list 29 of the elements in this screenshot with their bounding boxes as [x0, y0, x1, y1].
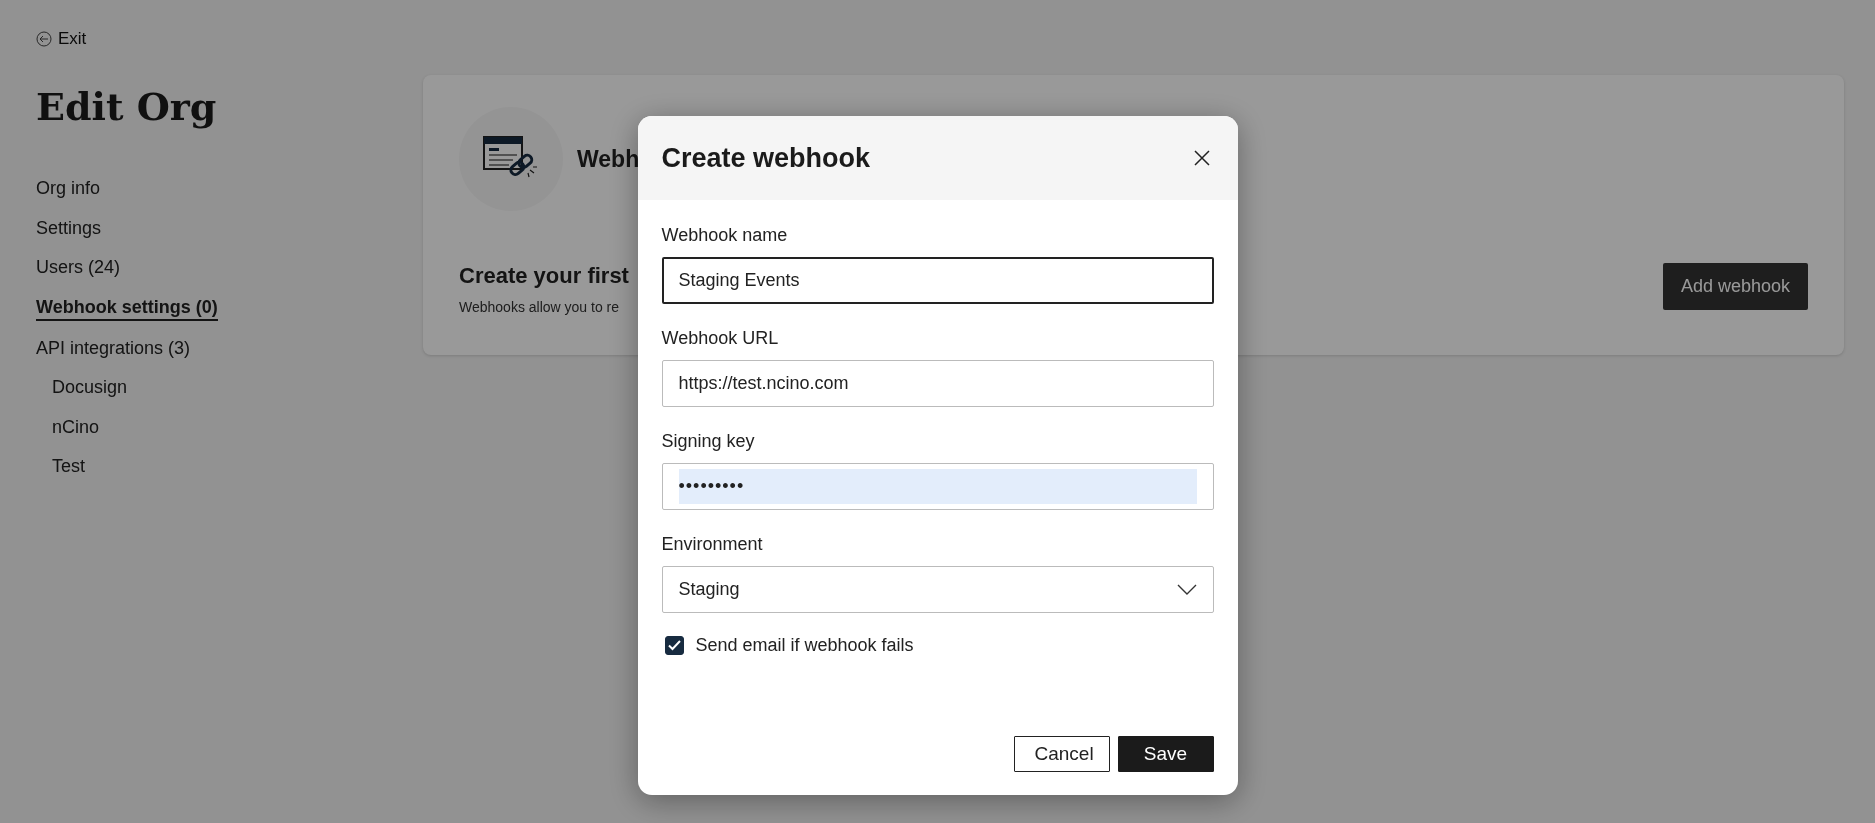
chevron-down-icon [1176, 583, 1197, 596]
checkbox-label: Send email if webhook fails [695, 634, 914, 657]
environment-select[interactable]: Staging [661, 566, 1214, 613]
sidebar-item[interactable]: Webhook settings (0) [36, 295, 218, 321]
field-label: Environment [661, 533, 764, 556]
exit-link[interactable]: Exit [36, 26, 87, 52]
sidebar-item[interactable]: API integrations (3) [36, 336, 191, 361]
field-label: Webhook name [661, 224, 789, 247]
input-field[interactable]: Staging Events [661, 257, 1214, 304]
save-button[interactable]: Save [1117, 736, 1214, 772]
card-description: Webhooks allow you to re [459, 299, 620, 316]
password-field[interactable]: ••••••••• [661, 463, 1214, 510]
sidebar-item[interactable]: Users (24) [36, 256, 120, 280]
dialog-title: Create webhook [661, 141, 871, 175]
card-title: Webh [577, 144, 640, 174]
sidebar-item[interactable]: Settings [36, 216, 102, 241]
add-webhook-button[interactable]: Add webhook [1662, 263, 1808, 310]
checkbox[interactable] [664, 636, 684, 655]
field-label: Webhook URL [661, 327, 780, 350]
sidebar-item[interactable]: Docusign [52, 376, 128, 400]
sidebar-item[interactable]: Test [52, 455, 85, 479]
sidebar-item[interactable]: Org info [36, 177, 101, 201]
card-heading: Create your first [459, 263, 629, 290]
select-value: Staging [678, 578, 740, 601]
cancel-button[interactable]: Cancel [1013, 736, 1110, 772]
page-title: Edit Org [36, 83, 218, 130]
sidebar-item[interactable]: nCino [52, 415, 100, 440]
field-label: Signing key [661, 430, 756, 453]
input-field[interactable]: https://test.ncino.com [661, 360, 1214, 407]
